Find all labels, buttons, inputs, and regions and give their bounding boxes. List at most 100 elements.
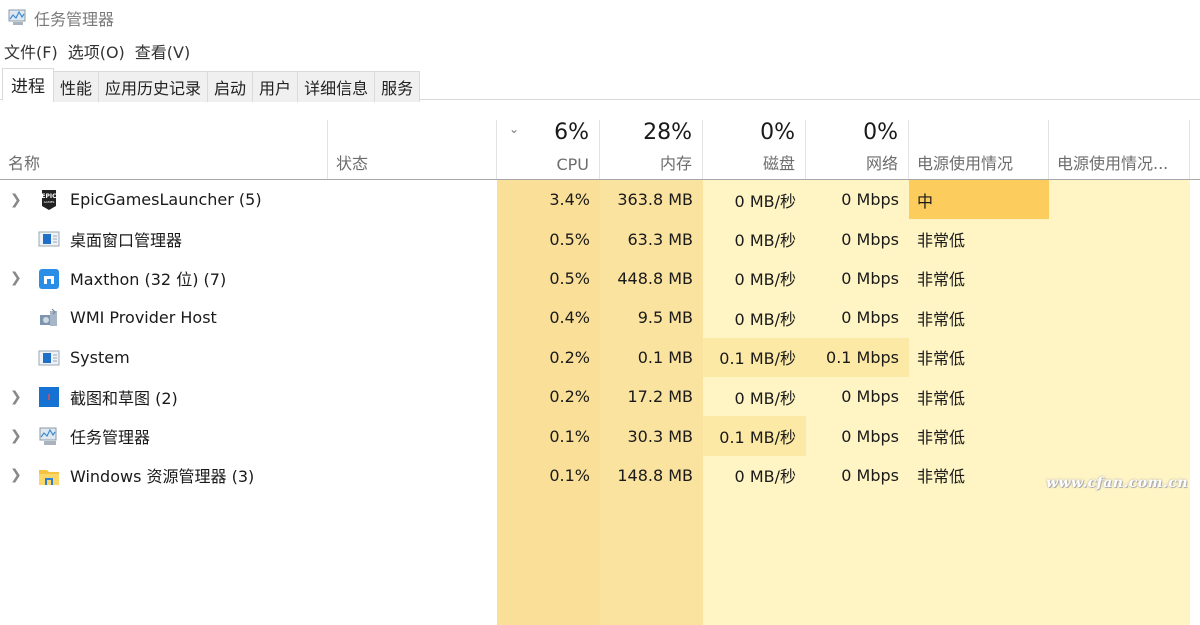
wmi-host-icon bbox=[38, 307, 60, 329]
memory-value: 448.8 MB bbox=[600, 259, 703, 298]
snip-sketch-icon bbox=[38, 386, 60, 408]
disk-total: 0% bbox=[760, 120, 795, 145]
process-name: 截图和草图 (2) bbox=[70, 377, 178, 416]
network-value: 0.1 Mbps bbox=[806, 338, 909, 377]
memory-value: 9.5 MB bbox=[600, 298, 703, 337]
memory-value: 30.3 MB bbox=[600, 416, 703, 455]
maxthon-icon bbox=[38, 268, 60, 290]
memory-value: 17.2 MB bbox=[600, 377, 703, 416]
window-title: 任务管理器 bbox=[34, 6, 114, 30]
network-value: 0 Mbps bbox=[806, 416, 909, 455]
epic-games-icon: EPICGAMES bbox=[38, 189, 60, 211]
memory-value: 63.3 MB bbox=[600, 219, 703, 258]
cpu-value: 3.4% bbox=[497, 180, 600, 219]
column-label-disk: 磁盘 bbox=[763, 150, 795, 174]
chevron-right-icon[interactable]: ❯ bbox=[10, 377, 22, 416]
column-header-memory[interactable]: 28% 内存 bbox=[600, 120, 703, 179]
svg-text:GAMES: GAMES bbox=[44, 200, 55, 204]
task-manager-icon bbox=[38, 425, 60, 447]
chevron-right-icon[interactable]: ❯ bbox=[10, 180, 22, 219]
column-label-status: 状态 bbox=[336, 150, 368, 174]
network-total: 0% bbox=[863, 120, 898, 145]
title-bar: 任务管理器 bbox=[0, 0, 1200, 36]
column-header-power-trend[interactable]: 电源使用情况... bbox=[1049, 120, 1190, 179]
column-label-memory: 内存 bbox=[660, 150, 692, 174]
power-usage-value: 中 bbox=[909, 180, 1049, 219]
process-name: EpicGamesLauncher (5) bbox=[70, 180, 262, 219]
power-usage-value: 非常低 bbox=[909, 456, 1049, 495]
system-icon bbox=[38, 347, 60, 369]
process-row[interactable]: 桌面窗口管理器0.5%63.3 MB0 MB/秒0 Mbps非常低 bbox=[0, 219, 1200, 258]
column-label-power-trend: 电源使用情况... bbox=[1057, 150, 1168, 174]
disk-value: 0.1 MB/秒 bbox=[703, 338, 806, 377]
column-header-disk[interactable]: 0% 磁盘 bbox=[703, 120, 806, 179]
cpu-value: 0.2% bbox=[497, 377, 600, 416]
network-value: 0 Mbps bbox=[806, 219, 909, 258]
process-row[interactable]: ❯ 截图和草图 (2) 0.2%17.2 MB0 MB/秒0 Mbps非常低 bbox=[0, 377, 1200, 416]
column-label-cpu: CPU bbox=[556, 155, 589, 174]
cpu-value: 0.1% bbox=[497, 456, 600, 495]
process-row[interactable]: ❯Windows 资源管理器 (3)0.1%148.8 MB0 MB/秒0 Mb… bbox=[0, 456, 1200, 495]
tab-bar: 进程 性能 应用历史记录 启动 用户 详细信息 服务 bbox=[0, 68, 1200, 100]
disk-value: 0 MB/秒 bbox=[703, 377, 806, 416]
tab-processes[interactable]: 进程 bbox=[2, 68, 54, 101]
network-value: 0 Mbps bbox=[806, 377, 909, 416]
cpu-value: 0.2% bbox=[497, 338, 600, 377]
file-explorer-icon bbox=[38, 465, 60, 487]
disk-value: 0 MB/秒 bbox=[703, 219, 806, 258]
column-label-network: 网络 bbox=[866, 150, 898, 174]
tab-details[interactable]: 详细信息 bbox=[297, 71, 375, 102]
memory-value: 0.1 MB bbox=[600, 338, 703, 377]
column-header-name[interactable]: 名称 bbox=[0, 120, 328, 179]
memory-value: 148.8 MB bbox=[600, 456, 703, 495]
menu-file[interactable]: 文件(F) bbox=[4, 39, 58, 63]
network-value: 0 Mbps bbox=[806, 259, 909, 298]
column-header-status[interactable]: 状态 bbox=[328, 120, 497, 179]
menu-view[interactable]: 查看(V) bbox=[135, 39, 190, 63]
cpu-value: 0.1% bbox=[497, 416, 600, 455]
process-row[interactable]: System 0.2%0.1 MB0.1 MB/秒0.1 Mbps非常低 bbox=[0, 338, 1200, 377]
process-name: Maxthon (32 位) (7) bbox=[70, 259, 226, 298]
window-manager-icon bbox=[38, 228, 60, 250]
chevron-right-icon[interactable]: ❯ bbox=[10, 259, 22, 298]
chevron-right-icon[interactable]: ❯ bbox=[10, 456, 22, 495]
network-value: 0 Mbps bbox=[806, 180, 909, 219]
cpu-value: 0.4% bbox=[497, 298, 600, 337]
disk-value: 0 MB/秒 bbox=[703, 259, 806, 298]
svg-text:EPIC: EPIC bbox=[41, 193, 57, 200]
tab-startup[interactable]: 启动 bbox=[207, 71, 253, 102]
process-row[interactable]: ❯ Maxthon (32 位) (7) 0.5%448.8 MB0 MB/秒0 M… bbox=[0, 259, 1200, 298]
tab-services[interactable]: 服务 bbox=[374, 71, 420, 102]
tab-app-history[interactable]: 应用历史记录 bbox=[98, 71, 208, 102]
network-value: 0 Mbps bbox=[806, 456, 909, 495]
power-usage-value: 非常低 bbox=[909, 259, 1049, 298]
column-header-network[interactable]: 0% 网络 bbox=[806, 120, 909, 179]
chevron-down-icon: ⌄ bbox=[509, 122, 519, 136]
chevron-right-icon[interactable]: ❯ bbox=[10, 416, 22, 455]
power-usage-value: 非常低 bbox=[909, 338, 1049, 377]
column-label-name: 名称 bbox=[8, 150, 40, 174]
memory-total: 28% bbox=[643, 120, 692, 145]
process-name: System bbox=[70, 338, 130, 377]
memory-value: 363.8 MB bbox=[600, 180, 703, 219]
column-header-power[interactable]: 电源使用情况 bbox=[909, 120, 1049, 179]
power-usage-value: 非常低 bbox=[909, 298, 1049, 337]
process-row[interactable]: WMI Provider Host0.4%9.5 MB0 MB/秒0 Mbps非… bbox=[0, 298, 1200, 337]
menu-options[interactable]: 选项(O) bbox=[68, 39, 125, 63]
process-row[interactable]: ❯任务管理器0.1%30.3 MB0.1 MB/秒0 Mbps非常低 bbox=[0, 416, 1200, 455]
process-name: Windows 资源管理器 (3) bbox=[70, 456, 254, 495]
process-row[interactable]: ❯ EPICGAMES EpicGamesLauncher (5) 3.4%363.8… bbox=[0, 180, 1200, 219]
cpu-value: 0.5% bbox=[497, 259, 600, 298]
menu-bar: 文件(F) 选项(O) 查看(V) bbox=[0, 38, 200, 64]
column-label-power: 电源使用情况 bbox=[917, 150, 1013, 174]
cpu-total: 6% bbox=[554, 120, 589, 145]
column-header-cpu[interactable]: ⌄ 6% CPU bbox=[497, 120, 600, 179]
tab-performance[interactable]: 性能 bbox=[53, 71, 99, 102]
process-name: WMI Provider Host bbox=[70, 298, 217, 337]
power-usage-value: 非常低 bbox=[909, 377, 1049, 416]
tab-users[interactable]: 用户 bbox=[252, 71, 298, 102]
watermark: www.cfan.com.cn bbox=[1046, 475, 1188, 491]
process-name: 桌面窗口管理器 bbox=[70, 219, 182, 258]
disk-value: 0.1 MB/秒 bbox=[703, 416, 806, 455]
cpu-value: 0.5% bbox=[497, 219, 600, 258]
